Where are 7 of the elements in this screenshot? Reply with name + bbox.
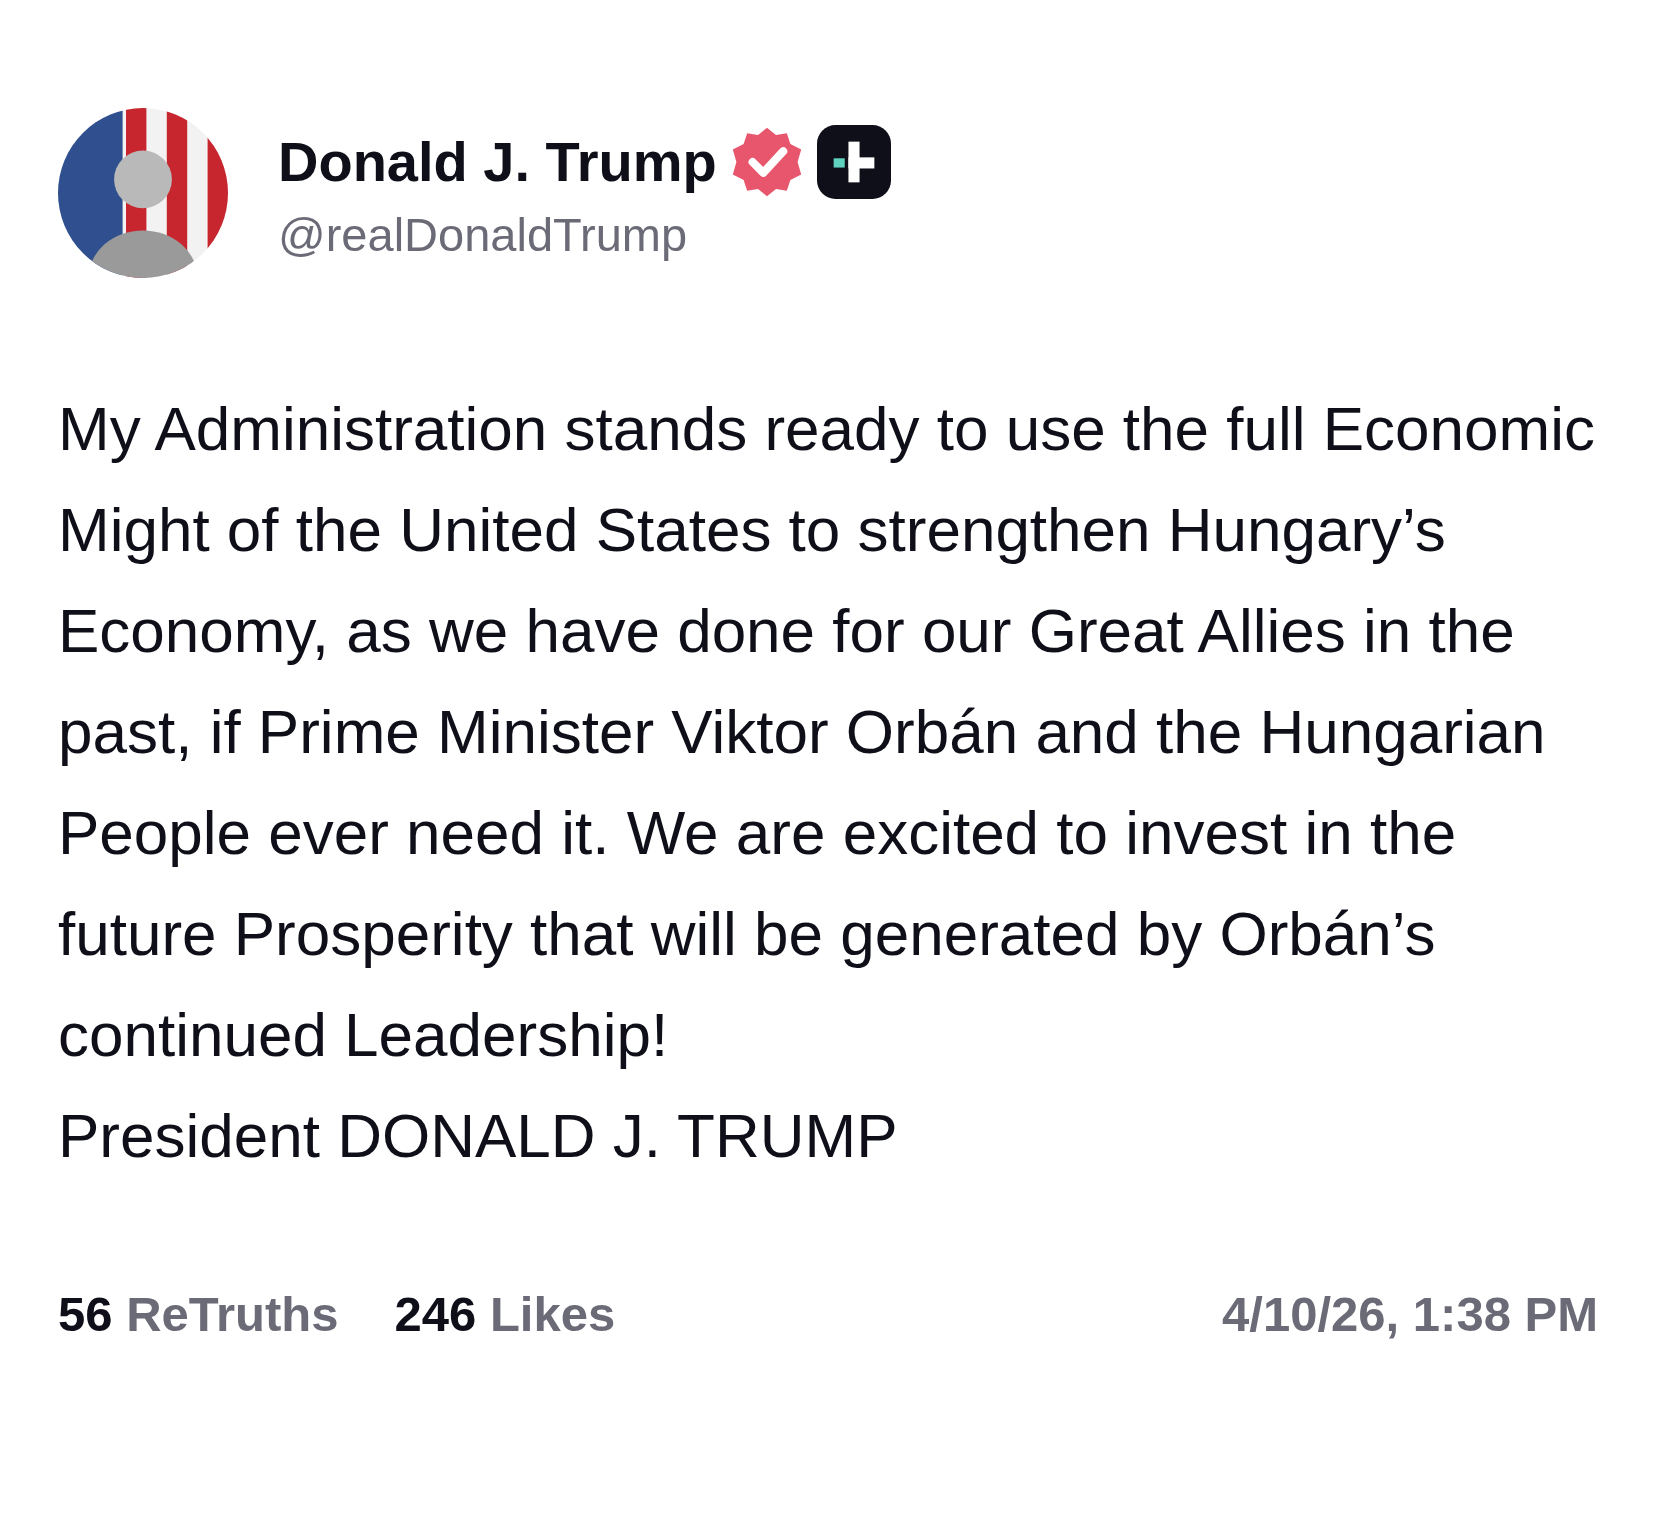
- author-handle[interactable]: @realDonaldTrump: [278, 206, 891, 262]
- stat-count[interactable]: 56 ReTruths: [58, 1286, 339, 1342]
- post-timestamp: 4/10/26, 1:38 PM: [1222, 1286, 1598, 1342]
- post-text: My Administration stands ready to use the full Economic Might of the United States to strengthen Hungary’s Economy, as we have done for our Great Allies in the past, if Prime Minister Viktor Orbán and the Hungarian People ever need it. We are excited to invest in the future Prosperity that will be generated by Orbán’s continued Leadership!: [58, 393, 1596, 1071]
- author-name[interactable]: Donald J. Trump: [278, 129, 717, 194]
- post-signature: President DONALD J. TRUMP: [58, 1100, 899, 1172]
- stat-count[interactable]: 246 Likes: [394, 1286, 616, 1342]
